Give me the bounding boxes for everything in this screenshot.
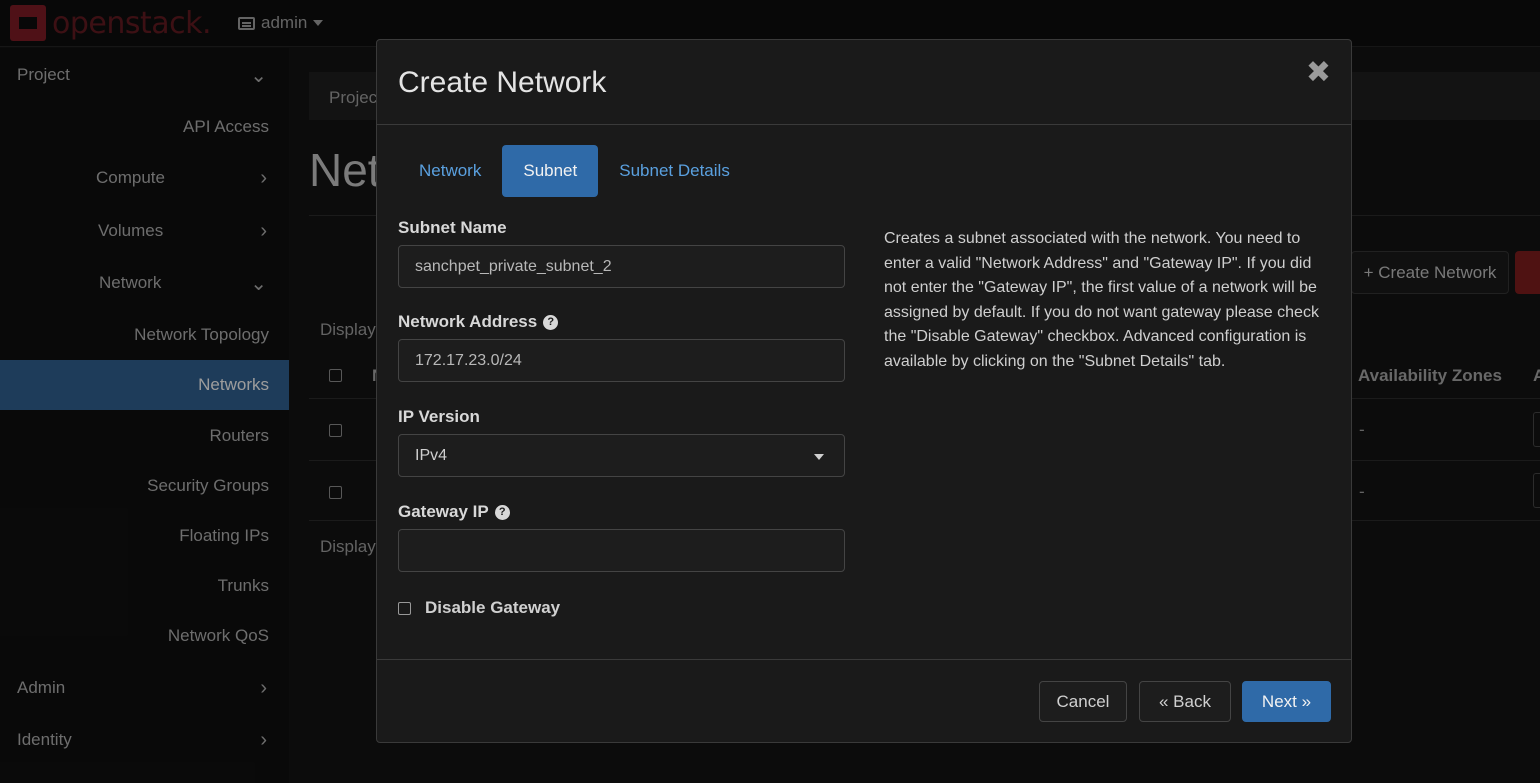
modal-tabs: Network Subnet Subnet Details [398, 145, 751, 197]
subnet-help-text: Creates a subnet associated with the net… [884, 230, 1319, 370]
gateway-ip-label-text: Gateway IP [398, 502, 489, 521]
tab-subnet[interactable]: Subnet [502, 145, 599, 197]
disable-gateway-row: Disable Gateway [398, 598, 560, 618]
subnet-name-input[interactable] [398, 245, 845, 288]
cancel-button[interactable]: Cancel [1039, 681, 1127, 722]
network-address-label-text: Network Address [398, 312, 538, 331]
disable-gateway-label[interactable]: Disable Gateway [425, 598, 560, 618]
gateway-ip-input[interactable] [398, 529, 845, 572]
create-network-modal: Create Network ✖ Network Subnet Subnet D… [376, 39, 1352, 743]
tab-subnet-details[interactable]: Subnet Details [598, 145, 751, 197]
subnet-name-label: Subnet Name [398, 218, 507, 238]
modal-header: Create Network ✖ [377, 40, 1351, 125]
network-address-input[interactable] [398, 339, 845, 382]
caret-down-icon [814, 454, 824, 460]
ip-version-label: IP Version [398, 407, 480, 427]
question-circle-icon[interactable]: ? [543, 314, 559, 330]
modal-title: Create Network [398, 66, 607, 99]
next-button[interactable]: Next » [1242, 681, 1331, 722]
ip-version-label-text: IP Version [398, 407, 480, 426]
close-icon[interactable]: ✖ [1306, 55, 1331, 90]
disable-gateway-checkbox[interactable] [398, 601, 411, 615]
ip-version-selected-value: IPv4 [415, 446, 448, 464]
network-address-label: Network Address ? [398, 312, 559, 332]
question-circle-icon[interactable]: ? [494, 504, 510, 520]
ip-version-select[interactable]: IPv4 [398, 434, 845, 477]
modal-footer-divider [377, 659, 1351, 660]
back-button[interactable]: « Back [1139, 681, 1231, 722]
tab-network[interactable]: Network [398, 145, 502, 197]
subnet-name-label-text: Subnet Name [398, 218, 507, 237]
gateway-ip-label: Gateway IP ? [398, 502, 510, 522]
